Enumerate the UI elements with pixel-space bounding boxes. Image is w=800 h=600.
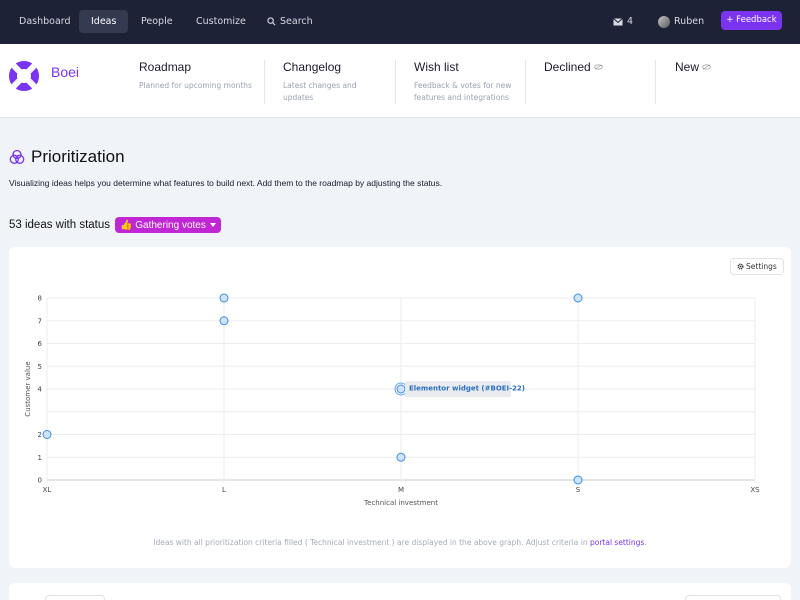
- data-point: [573, 293, 583, 303]
- x-axis-label: Technical investment: [363, 499, 438, 507]
- y-tick-label: 6: [38, 340, 43, 348]
- data-point: [219, 293, 229, 303]
- x-tick-label: XL: [43, 486, 52, 494]
- sort-input[interactable]: [685, 595, 781, 600]
- x-tick-label: L: [222, 486, 226, 494]
- data-point: [396, 384, 406, 394]
- y-tick-label: 7: [38, 317, 42, 325]
- y-tick-label: 8: [38, 295, 42, 303]
- footnote-end: .: [644, 538, 647, 547]
- y-tick-label: 4: [38, 386, 43, 394]
- data-point: [396, 452, 406, 462]
- y-tick-label: 5: [38, 363, 42, 371]
- footnote-text: Ideas with all prioritization criteria f…: [153, 538, 590, 547]
- x-tick-label: XS: [750, 486, 760, 494]
- x-tick-label: M: [398, 486, 404, 494]
- data-point: [42, 430, 52, 439]
- filter-input[interactable]: [45, 595, 105, 600]
- y-axis-label: Customer value: [24, 361, 32, 416]
- data-point: [573, 475, 583, 485]
- y-tick-label: 2: [38, 431, 42, 439]
- ideas-list-card: [9, 583, 791, 600]
- x-tick-label: S: [576, 486, 581, 494]
- portal-settings-link[interactable]: portal settings: [590, 538, 644, 547]
- data-point: [219, 316, 229, 326]
- y-tick-label: 1: [38, 454, 42, 462]
- tooltip-text: Elementor widget (#BOEI-22): [409, 385, 525, 393]
- chart-footnote: Ideas with all prioritization criteria f…: [0, 538, 800, 547]
- y-tick-label: 0: [38, 477, 42, 485]
- prioritization-chart: XL L M S XS 0 1 2 4 5 6 7 8 Elementor widget (#BOEI-…: [24, 293, 760, 507]
